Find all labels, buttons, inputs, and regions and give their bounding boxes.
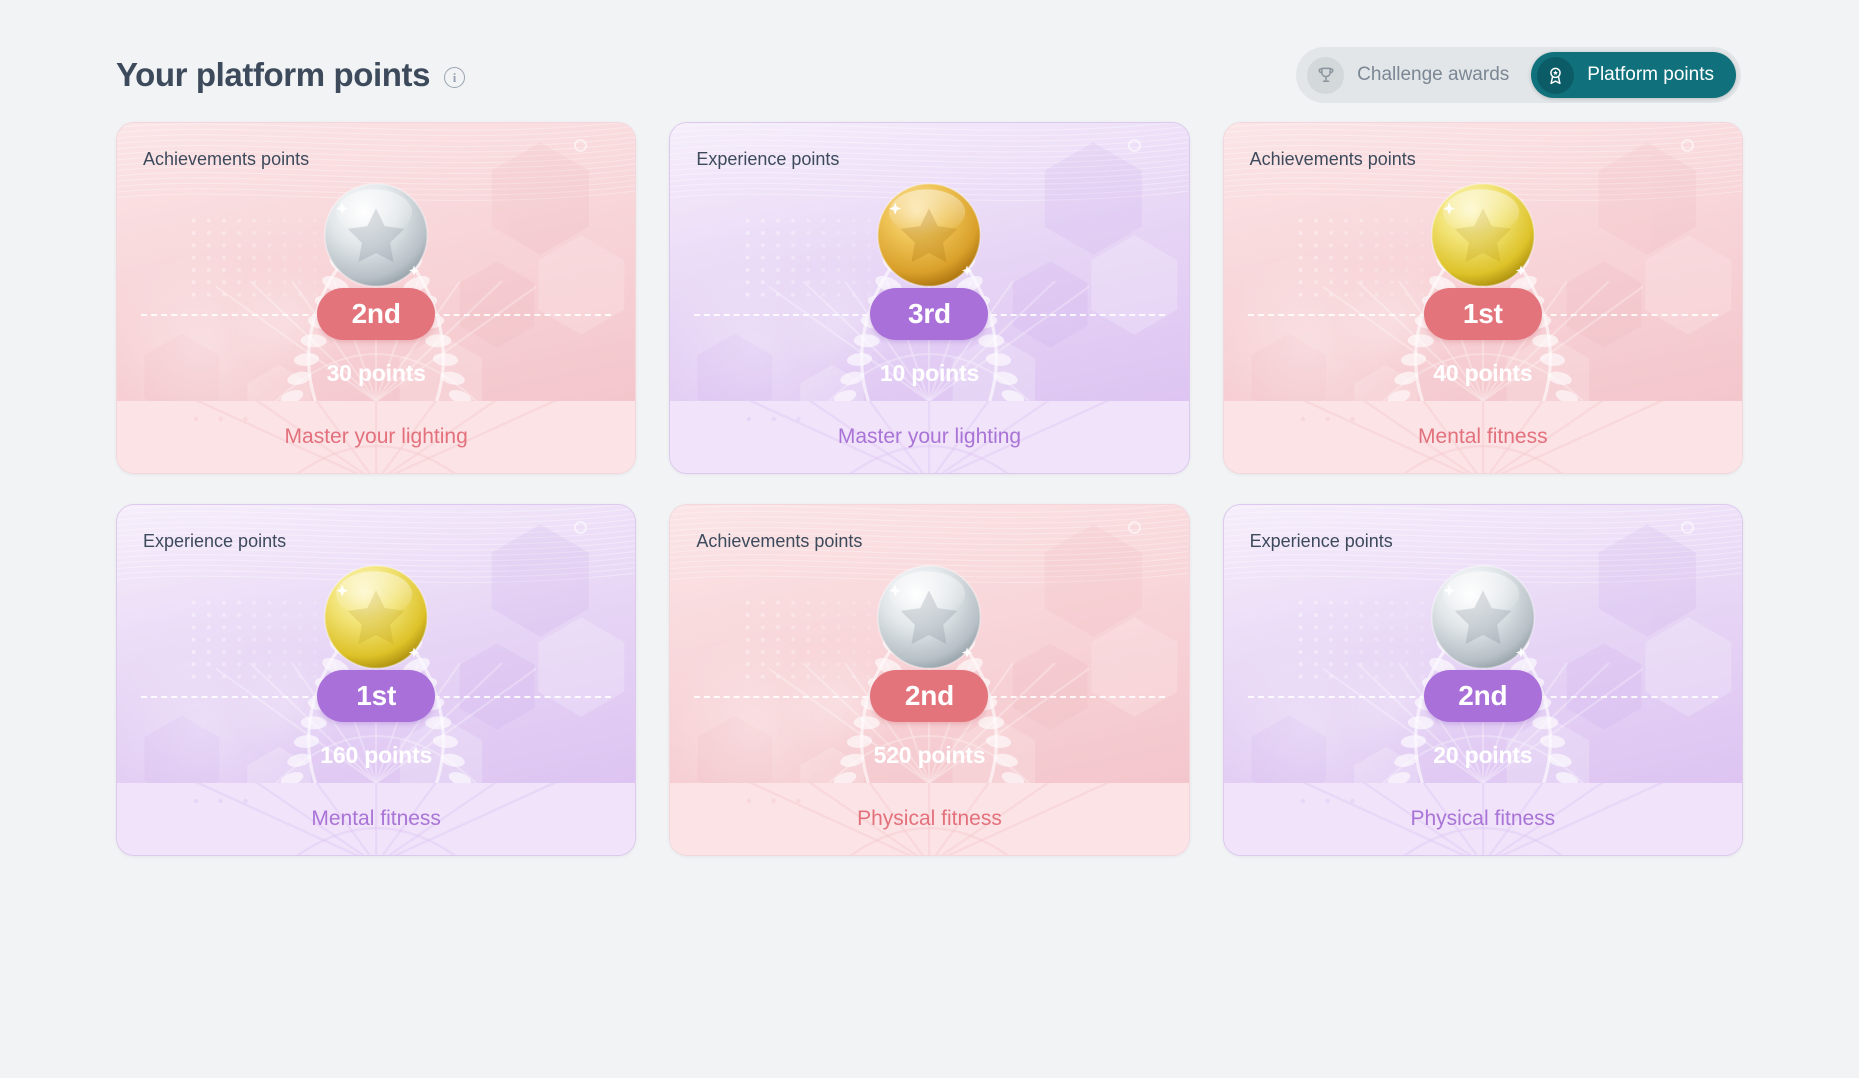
- points-card[interactable]: Experience points 2nd 20 points Physical…: [1222, 504, 1743, 856]
- rank-badge: 2nd: [1423, 670, 1542, 722]
- view-toggle-group: Challenge awards Platform points: [1296, 25, 1765, 125]
- medal-area: 2nd 30 points: [117, 178, 635, 387]
- silver-medal-icon: [323, 182, 429, 288]
- rank-badge: 2nd: [317, 288, 436, 340]
- card-title: Achievements points: [1249, 149, 1416, 169]
- points-value: 10 points: [879, 360, 980, 386]
- card-footer[interactable]: Mental fitness: [1223, 401, 1742, 473]
- card-footer[interactable]: Physical fitness: [1223, 783, 1742, 855]
- card-title: Experience points: [143, 531, 287, 551]
- challenge-name: Physical fitness: [1410, 807, 1556, 830]
- challenge-name: Mental fitness: [311, 807, 441, 830]
- tab-challenge-awards-label: Challenge awards: [1357, 64, 1510, 85]
- card-title: Achievements points: [696, 531, 863, 551]
- rank-row: 1st: [117, 670, 635, 722]
- points-card-grid: Achievements points 2nd 30 points Master…: [116, 122, 1743, 856]
- rank-row: 2nd: [117, 288, 635, 340]
- card-footer[interactable]: Mental fitness: [117, 783, 636, 855]
- card-body: Experience points 2nd 20 points: [1223, 505, 1742, 783]
- points-card[interactable]: Experience points 1st 160 points Mental …: [116, 504, 637, 856]
- title-group: Your platform points i: [116, 56, 466, 94]
- card-title: Achievements points: [143, 149, 310, 169]
- page-title: Your platform points: [116, 56, 431, 93]
- medal-area: 1st 40 points: [1224, 178, 1742, 387]
- gold-medal-icon: [323, 564, 429, 670]
- card-body: Achievements points 2nd 520 points: [670, 505, 1189, 783]
- award-medal-icon: [1537, 56, 1575, 94]
- points-card[interactable]: Experience points 3rd 10 points Master y…: [669, 122, 1190, 474]
- card-body: Experience points 3rd 10 points: [670, 123, 1189, 401]
- silver-medal-icon: [877, 564, 982, 670]
- medal-area: 3rd 10 points: [670, 178, 1188, 387]
- card-footer[interactable]: Physical fitness: [670, 783, 1189, 855]
- page-header: Your platform points i Challenge awards …: [116, 0, 1765, 125]
- points-value: 30 points: [326, 360, 426, 386]
- rank-row: 1st: [1224, 288, 1742, 340]
- gold-medal-icon: [1430, 182, 1536, 288]
- medal-area: 1st 160 points: [117, 560, 635, 769]
- card-body: Achievements points 1st 40 points: [1223, 123, 1742, 401]
- rank-badge: 1st: [317, 670, 436, 722]
- challenge-name: Master your lighting: [284, 425, 468, 448]
- challenge-name: Mental fitness: [1418, 425, 1548, 448]
- info-icon[interactable]: i: [444, 66, 466, 88]
- rank-badge: 2nd: [870, 670, 989, 722]
- card-body: Experience points 1st 160 points: [117, 505, 636, 783]
- tab-platform-points-label: Platform points: [1587, 64, 1714, 85]
- trophy-icon: [1307, 56, 1345, 94]
- rank-row: 2nd: [1224, 670, 1742, 722]
- points-value: 20 points: [1433, 742, 1533, 768]
- rank-row: 2nd: [670, 670, 1188, 722]
- points-card[interactable]: Achievements points 2nd 520 points Physi…: [669, 504, 1190, 856]
- points-card[interactable]: Achievements points 2nd 30 points Master…: [116, 122, 637, 474]
- bronze-medal-icon: [877, 182, 982, 288]
- rank-badge: 3rd: [870, 288, 989, 340]
- card-title: Experience points: [696, 149, 840, 169]
- card-footer[interactable]: Master your lighting: [117, 401, 636, 473]
- points-value: 520 points: [873, 742, 986, 768]
- rank-row: 3rd: [670, 288, 1188, 340]
- medal-area: 2nd 20 points: [1224, 560, 1742, 769]
- card-title: Experience points: [1249, 531, 1393, 551]
- tab-challenge-awards[interactable]: Challenge awards: [1301, 52, 1531, 98]
- challenge-name: Master your lighting: [837, 425, 1022, 448]
- medal-area: 2nd 520 points: [670, 560, 1188, 769]
- points-value: 40 points: [1433, 360, 1533, 386]
- card-footer[interactable]: Master your lighting: [670, 401, 1189, 473]
- tab-platform-points[interactable]: Platform points: [1531, 52, 1736, 98]
- segmented-control: Challenge awards Platform points: [1296, 47, 1741, 103]
- silver-medal-icon: [1430, 564, 1536, 670]
- rank-badge: 1st: [1423, 288, 1542, 340]
- points-card[interactable]: Achievements points 1st 40 points Mental…: [1222, 122, 1743, 474]
- card-body: Achievements points 2nd 30 points: [117, 123, 636, 401]
- points-value: 160 points: [320, 742, 433, 768]
- challenge-name: Physical fitness: [857, 807, 1002, 830]
- platform-points-page: Your platform points i Challenge awards …: [0, 0, 1859, 1078]
